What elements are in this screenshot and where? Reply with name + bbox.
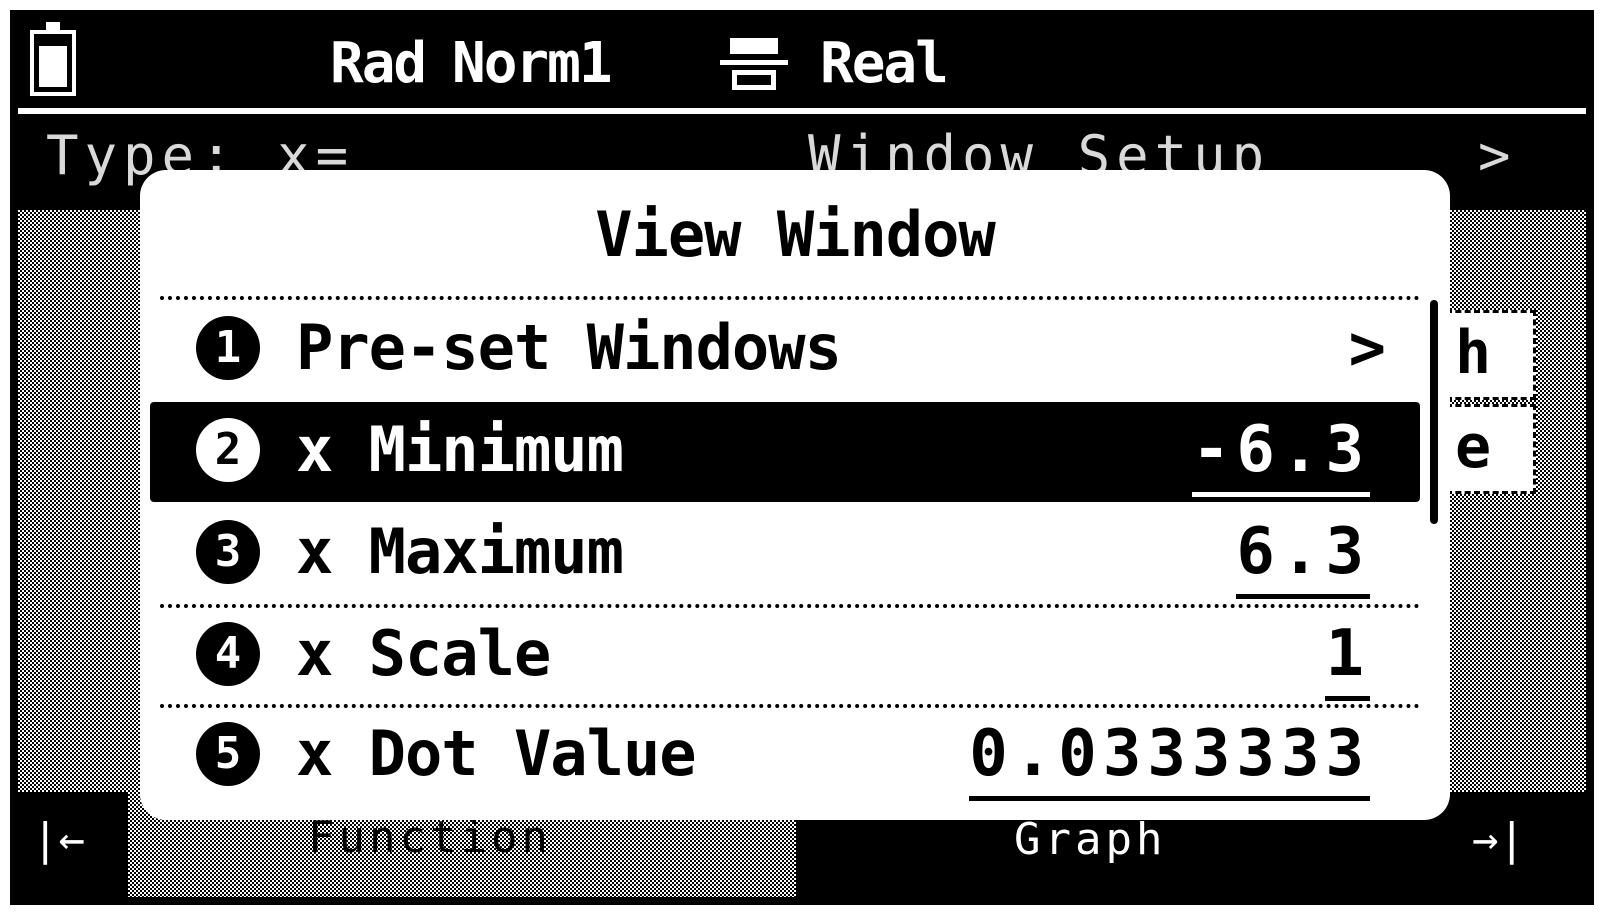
item-label: x Dot Value [296,717,697,790]
item-number-4: 4 [196,622,260,686]
side-tab-h: h [1446,310,1536,400]
angle-mode: Rad [330,31,427,96]
end-arrow-icon: →| [1472,814,1525,865]
view-window-dialog: View Window 1 Pre-set Windows > 2 x Mini… [140,170,1450,820]
x-minimum-value[interactable]: -6.3 [1191,410,1370,497]
screen: Rad Norm1 Real Type: x= Window Setup > h… [18,18,1586,897]
item-label: Pre-set Windows [296,311,842,384]
device-frame: Rad Norm1 Real Type: x= Window Setup > h… [10,10,1594,905]
chevron-right-icon: > [1348,311,1386,384]
menu-item-x-minimum[interactable]: 2 x Minimum -6.3 [150,402,1420,502]
side-tab-e: e [1446,404,1536,494]
x-dot-value[interactable]: 0.0333333 [969,714,1370,801]
header-chevron-icon: > [1478,124,1517,187]
item-label: x Maximum [296,515,624,588]
complex-mode: Real [820,31,949,96]
item-number-2: 2 [196,418,260,482]
input-output-mode-icon [720,38,788,90]
x-scale-value[interactable]: 1 [1325,614,1370,701]
display-mode: Norm1 [452,31,613,96]
dialog-title: View Window [595,198,996,271]
item-label: x Scale [296,617,551,690]
status-bar: Rad Norm1 Real [18,18,1586,108]
item-number-5: 5 [196,722,260,786]
item-number-3: 3 [196,520,260,584]
item-number-1: 1 [196,316,260,380]
scrollbar[interactable] [1430,300,1438,524]
x-maximum-value[interactable]: 6.3 [1236,512,1370,599]
menu-item-x-maximum[interactable]: 3 x Maximum 6.3 [150,504,1420,604]
item-label: x Minimum [296,413,624,486]
menu-item-x-scale[interactable]: 4 x Scale 1 [150,606,1420,706]
home-arrow-icon: |← [32,814,85,865]
footer-graph-label: Graph [1014,814,1167,865]
battery-icon [30,22,76,96]
menu-item-preset-windows[interactable]: 1 Pre-set Windows > [150,300,1420,400]
menu-item-x-dot-value[interactable]: 5 x Dot Value 0.0333333 [150,706,1420,806]
